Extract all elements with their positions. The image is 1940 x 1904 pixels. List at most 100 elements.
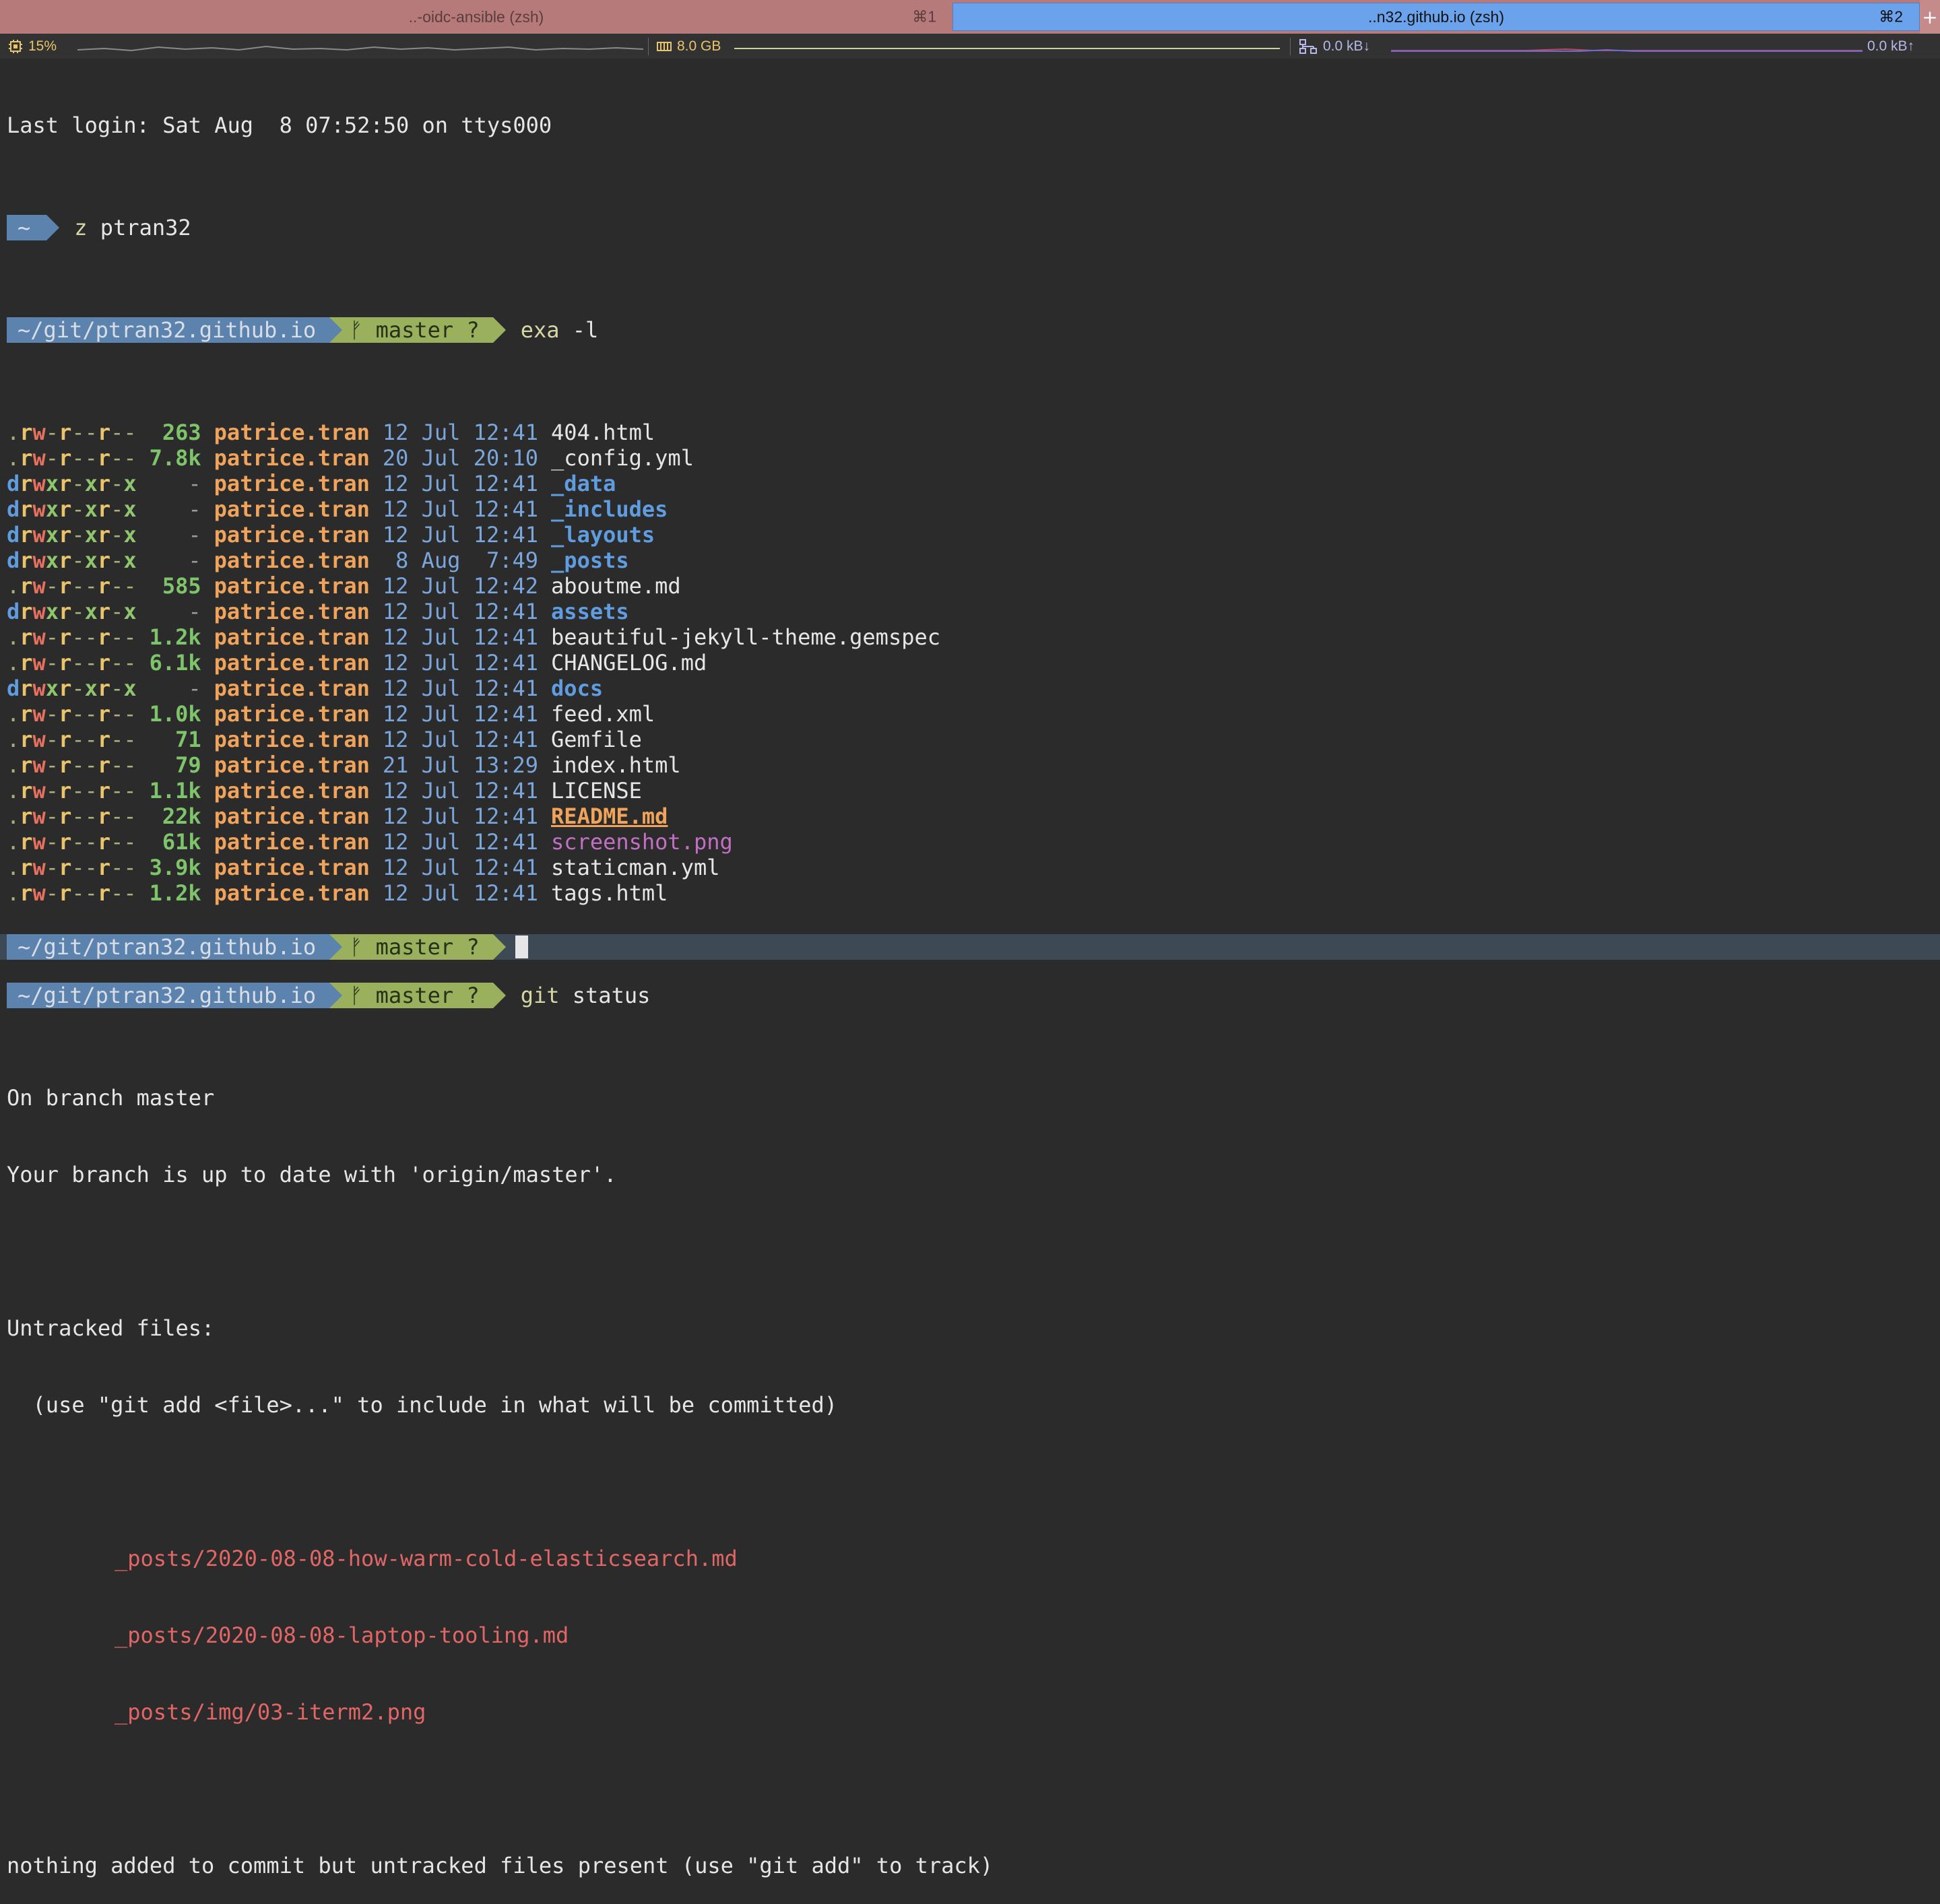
file-permissions: .rw-r--r-- [7,752,137,778]
tab-shortcut: ⌘2 [1879,7,1903,26]
file-name: Gemfile [551,727,642,752]
file-owner: patrice.tran [214,880,370,906]
prompt-arrow [329,317,343,343]
file-size: 1.2k [149,880,201,906]
cpu-value: 15% [28,38,57,54]
prompt-line: ~/git/ptran32.github.io ᚠ master ? git st… [7,983,1933,1008]
network-down-value: 0.0 kB↓ [1323,38,1371,54]
memory-graph [734,48,1280,49]
memory-icon [657,41,672,51]
directory-name: assets [551,599,629,624]
file-owner: patrice.tran [214,701,370,727]
file-owner: patrice.tran [214,573,370,599]
file-date: 12 Jul 12:41 [382,855,539,880]
network-graph [1391,48,1863,52]
memory-indicator: 8.0 GB [657,34,721,59]
file-owner: patrice.tran [214,752,370,778]
prompt-arrow [492,317,506,343]
file-permissions: .rw-r--r-- [7,880,137,906]
file-permissions: .rw-r--r-- [7,829,137,855]
file-row: .rw-r--r-- 1.0k patrice.tran 12 Jul 12:41 fe… [7,701,1933,727]
file-size: 71 [175,727,201,752]
file-permissions: .rw-r--r-- [7,701,137,727]
file-owner: patrice.tran [214,778,370,803]
prompt-arrow [329,934,343,960]
file-owner: patrice.tran [214,471,370,496]
file-row: .rw-r--r-- 585 patrice.tran 12 Jul 12:42 abo… [7,573,1933,599]
prompt-git-branch: ᚠ master ? [329,983,493,1008]
prompt-command: z ptran32 [74,215,191,240]
file-row: drwxr-xr-x - patrice.tran 12 Jul 12:41 docs [7,676,1933,701]
file-date: 12 Jul 12:41 [382,650,539,676]
file-row: .rw-r--r-- 1.1k patrice.tran 12 Jul 12:41 LI… [7,778,1933,803]
git-output-line: On branch master [7,1085,215,1111]
file-permissions: .rw-r--r-- [7,778,137,803]
file-name: 404.html [551,420,655,445]
file-row: drwxr-xr-x - patrice.tran 12 Jul 12:41 _data [7,471,1933,496]
file-date: 12 Jul 12:41 [382,829,539,855]
file-date: 12 Jul 12:41 [382,496,539,522]
file-row: drwxr-xr-x - patrice.tran 12 Jul 12:41 _layo… [7,522,1933,548]
file-row: .rw-r--r-- 7.8k patrice.tran 20 Jul 20:10 _c… [7,445,1933,471]
tab-oidc-ansible[interactable]: ..-oidc-ansible (zsh) ⌘1 [0,0,952,34]
file-permissions: .rw-r--r-- [7,650,137,676]
network-up-indicator: 0.0 kB↑ [1867,34,1914,59]
prompt-command: git status [520,983,651,1008]
file-owner: patrice.tran [214,676,370,701]
file-date: 12 Jul 12:42 [382,573,539,599]
file-size: - [188,676,201,701]
file-date: 12 Jul 12:41 [382,701,539,727]
file-owner: patrice.tran [214,445,370,471]
file-name: aboutme.md [551,573,681,599]
tab-shortcut: ⌘1 [912,7,936,26]
untracked-file: _posts/2020-08-08-laptop-tooling.md [115,1622,569,1648]
file-name: LICENSE [551,778,642,803]
file-permissions: drwxr-xr-x [7,676,137,701]
file-owner: patrice.tran [214,420,370,445]
network-up-value: 0.0 kB↑ [1867,38,1915,54]
terminal-output[interactable]: Last login: Sat Aug 8 07:52:50 on ttys00… [7,61,1933,1904]
file-name: README.md [551,803,668,829]
file-size: 61k [162,829,201,855]
prompt-dir: ~/git/ptran32.github.io [7,317,330,343]
prompt-line: ~ z ptran32 [7,215,1933,240]
file-size: - [188,548,201,573]
status-bar: 15% 8.0 GB 0.0 kB↓ 0.0 kB↑ [0,34,1940,59]
file-permissions: .rw-r--r-- [7,803,137,829]
file-size: 1.1k [149,778,201,803]
file-size: 263 [162,420,201,445]
file-date: 12 Jul 12:41 [382,778,539,803]
file-owner: patrice.tran [214,522,370,548]
file-size: 1.2k [149,624,201,650]
file-date: 20 Jul 20:10 [382,445,539,471]
current-prompt-bar[interactable]: ~/git/ptran32.github.io ᚠ master ? [0,934,1940,960]
prompt-arrow [492,934,506,960]
file-size: - [188,599,201,624]
prompt-line: ~/git/ptran32.github.io ᚠ master ? [7,934,528,960]
file-permissions: .rw-r--r-- [7,420,137,445]
file-size: 3.9k [149,855,201,880]
prompt-dir: ~ [7,215,47,240]
file-date: 12 Jul 12:41 [382,676,539,701]
tab-title: ..n32.github.io (zsh) [1367,7,1504,26]
git-output-line: Untracked files: [7,1315,215,1341]
file-row: drwxr-xr-x - patrice.tran 8 Aug 7:49 _posts [7,548,1933,573]
tab-github-io[interactable]: ..n32.github.io (zsh) ⌘2 [952,3,1920,31]
prompt-git-branch: ᚠ master ? [329,934,493,960]
directory-name: _includes [551,496,668,522]
file-date: 12 Jul 12:41 [382,727,539,752]
file-size: 22k [162,803,201,829]
untracked-file: _posts/img/03-iterm2.png [115,1699,426,1725]
file-date: 12 Jul 12:41 [382,599,539,624]
prompt-arrow [46,215,60,240]
prompt-dir: ~/git/ptran32.github.io [7,934,330,960]
file-owner: patrice.tran [214,803,370,829]
file-row: drwxr-xr-x - patrice.tran 12 Jul 12:41 asset… [7,599,1933,624]
file-size: 6.1k [149,650,201,676]
last-login-line: Last login: Sat Aug 8 07:52:50 on ttys00… [7,112,552,138]
text-cursor[interactable] [515,935,528,958]
file-name: _config.yml [551,445,694,471]
file-permissions: drwxr-xr-x [7,496,137,522]
directory-name: _layouts [551,522,655,548]
new-tab-button[interactable]: + [1920,0,1940,34]
